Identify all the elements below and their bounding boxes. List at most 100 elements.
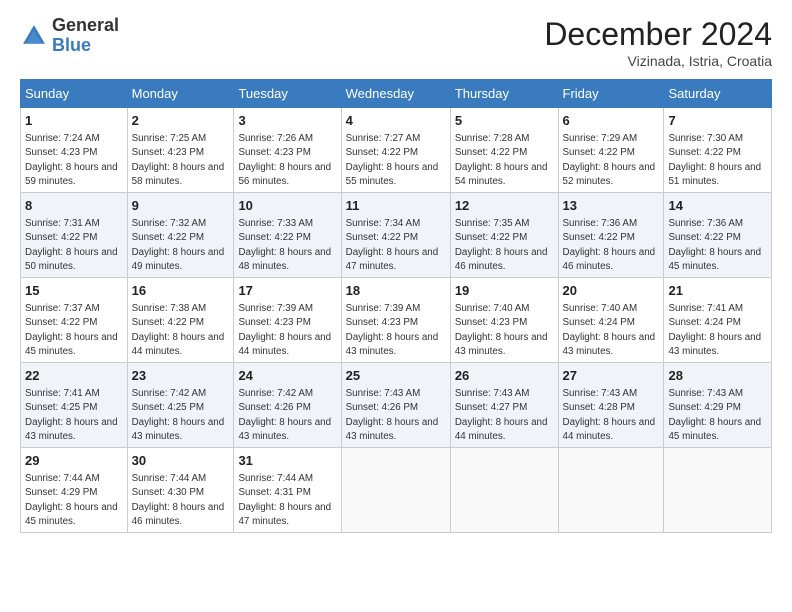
table-row: 16 Sunrise: 7:38 AMSunset: 4:22 PMDaylig…	[127, 278, 234, 363]
day-info: Sunrise: 7:43 AMSunset: 4:28 PMDaylight:…	[563, 388, 656, 442]
title-block: December 2024 Vizinada, Istria, Croatia	[544, 16, 772, 69]
day-number: 12	[455, 197, 554, 215]
table-row: 26 Sunrise: 7:43 AMSunset: 4:27 PMDaylig…	[450, 363, 558, 448]
table-row: 28 Sunrise: 7:43 AMSunset: 4:29 PMDaylig…	[664, 363, 772, 448]
table-row	[558, 448, 664, 533]
day-number: 14	[668, 197, 767, 215]
day-info: Sunrise: 7:43 AMSunset: 4:26 PMDaylight:…	[346, 388, 439, 442]
table-row: 2 Sunrise: 7:25 AMSunset: 4:23 PMDayligh…	[127, 108, 234, 193]
day-info: Sunrise: 7:43 AMSunset: 4:29 PMDaylight:…	[668, 388, 761, 442]
header: General Blue December 2024 Vizinada, Ist…	[20, 16, 772, 69]
day-info: Sunrise: 7:35 AMSunset: 4:22 PMDaylight:…	[455, 218, 548, 272]
logo-icon	[20, 22, 48, 50]
day-info: Sunrise: 7:36 AMSunset: 4:22 PMDaylight:…	[563, 218, 656, 272]
month-title: December 2024	[544, 16, 772, 53]
calendar-table: Sunday Monday Tuesday Wednesday Thursday…	[20, 79, 772, 533]
day-number: 26	[455, 367, 554, 385]
logo: General Blue	[20, 16, 119, 56]
calendar-header-row: Sunday Monday Tuesday Wednesday Thursday…	[21, 80, 772, 108]
day-info: Sunrise: 7:37 AMSunset: 4:22 PMDaylight:…	[25, 303, 118, 357]
day-number: 16	[132, 282, 230, 300]
table-row: 17 Sunrise: 7:39 AMSunset: 4:23 PMDaylig…	[234, 278, 341, 363]
day-info: Sunrise: 7:30 AMSunset: 4:22 PMDaylight:…	[668, 133, 761, 187]
col-tuesday: Tuesday	[234, 80, 341, 108]
day-info: Sunrise: 7:39 AMSunset: 4:23 PMDaylight:…	[346, 303, 439, 357]
day-number: 18	[346, 282, 446, 300]
logo-blue-text: Blue	[52, 36, 119, 56]
table-row: 29 Sunrise: 7:44 AMSunset: 4:29 PMDaylig…	[21, 448, 128, 533]
day-number: 11	[346, 197, 446, 215]
table-row: 31 Sunrise: 7:44 AMSunset: 4:31 PMDaylig…	[234, 448, 341, 533]
table-row: 23 Sunrise: 7:42 AMSunset: 4:25 PMDaylig…	[127, 363, 234, 448]
table-row: 5 Sunrise: 7:28 AMSunset: 4:22 PMDayligh…	[450, 108, 558, 193]
table-row: 1 Sunrise: 7:24 AMSunset: 4:23 PMDayligh…	[21, 108, 128, 193]
table-row	[664, 448, 772, 533]
day-number: 25	[346, 367, 446, 385]
table-row	[450, 448, 558, 533]
day-info: Sunrise: 7:41 AMSunset: 4:25 PMDaylight:…	[25, 388, 118, 442]
col-saturday: Saturday	[664, 80, 772, 108]
day-number: 5	[455, 112, 554, 130]
day-number: 9	[132, 197, 230, 215]
day-info: Sunrise: 7:26 AMSunset: 4:23 PMDaylight:…	[238, 133, 331, 187]
table-row: 6 Sunrise: 7:29 AMSunset: 4:22 PMDayligh…	[558, 108, 664, 193]
calendar-page: General Blue December 2024 Vizinada, Ist…	[0, 0, 792, 612]
day-info: Sunrise: 7:40 AMSunset: 4:23 PMDaylight:…	[455, 303, 548, 357]
day-info: Sunrise: 7:39 AMSunset: 4:23 PMDaylight:…	[238, 303, 331, 357]
day-number: 23	[132, 367, 230, 385]
day-info: Sunrise: 7:36 AMSunset: 4:22 PMDaylight:…	[668, 218, 761, 272]
day-info: Sunrise: 7:33 AMSunset: 4:22 PMDaylight:…	[238, 218, 331, 272]
day-info: Sunrise: 7:44 AMSunset: 4:29 PMDaylight:…	[25, 473, 118, 527]
day-number: 29	[25, 452, 123, 470]
table-row: 27 Sunrise: 7:43 AMSunset: 4:28 PMDaylig…	[558, 363, 664, 448]
table-row: 15 Sunrise: 7:37 AMSunset: 4:22 PMDaylig…	[21, 278, 128, 363]
day-number: 27	[563, 367, 660, 385]
day-number: 1	[25, 112, 123, 130]
col-sunday: Sunday	[21, 80, 128, 108]
day-info: Sunrise: 7:42 AMSunset: 4:26 PMDaylight:…	[238, 388, 331, 442]
table-row: 13 Sunrise: 7:36 AMSunset: 4:22 PMDaylig…	[558, 193, 664, 278]
table-row: 24 Sunrise: 7:42 AMSunset: 4:26 PMDaylig…	[234, 363, 341, 448]
calendar-week-row: 1 Sunrise: 7:24 AMSunset: 4:23 PMDayligh…	[21, 108, 772, 193]
day-number: 19	[455, 282, 554, 300]
day-number: 17	[238, 282, 336, 300]
table-row: 4 Sunrise: 7:27 AMSunset: 4:22 PMDayligh…	[341, 108, 450, 193]
calendar-week-row: 8 Sunrise: 7:31 AMSunset: 4:22 PMDayligh…	[21, 193, 772, 278]
location-subtitle: Vizinada, Istria, Croatia	[544, 53, 772, 69]
day-number: 8	[25, 197, 123, 215]
day-info: Sunrise: 7:32 AMSunset: 4:22 PMDaylight:…	[132, 218, 225, 272]
table-row: 30 Sunrise: 7:44 AMSunset: 4:30 PMDaylig…	[127, 448, 234, 533]
table-row	[341, 448, 450, 533]
table-row: 9 Sunrise: 7:32 AMSunset: 4:22 PMDayligh…	[127, 193, 234, 278]
day-info: Sunrise: 7:41 AMSunset: 4:24 PMDaylight:…	[668, 303, 761, 357]
day-number: 30	[132, 452, 230, 470]
calendar-week-row: 15 Sunrise: 7:37 AMSunset: 4:22 PMDaylig…	[21, 278, 772, 363]
table-row: 20 Sunrise: 7:40 AMSunset: 4:24 PMDaylig…	[558, 278, 664, 363]
day-number: 28	[668, 367, 767, 385]
day-number: 3	[238, 112, 336, 130]
table-row: 7 Sunrise: 7:30 AMSunset: 4:22 PMDayligh…	[664, 108, 772, 193]
day-number: 2	[132, 112, 230, 130]
table-row: 14 Sunrise: 7:36 AMSunset: 4:22 PMDaylig…	[664, 193, 772, 278]
day-number: 13	[563, 197, 660, 215]
day-info: Sunrise: 7:40 AMSunset: 4:24 PMDaylight:…	[563, 303, 656, 357]
table-row: 25 Sunrise: 7:43 AMSunset: 4:26 PMDaylig…	[341, 363, 450, 448]
col-thursday: Thursday	[450, 80, 558, 108]
day-number: 24	[238, 367, 336, 385]
day-info: Sunrise: 7:34 AMSunset: 4:22 PMDaylight:…	[346, 218, 439, 272]
day-info: Sunrise: 7:31 AMSunset: 4:22 PMDaylight:…	[25, 218, 118, 272]
table-row: 18 Sunrise: 7:39 AMSunset: 4:23 PMDaylig…	[341, 278, 450, 363]
logo-general-text: General	[52, 16, 119, 36]
day-number: 15	[25, 282, 123, 300]
day-info: Sunrise: 7:38 AMSunset: 4:22 PMDaylight:…	[132, 303, 225, 357]
table-row: 12 Sunrise: 7:35 AMSunset: 4:22 PMDaylig…	[450, 193, 558, 278]
day-info: Sunrise: 7:44 AMSunset: 4:30 PMDaylight:…	[132, 473, 225, 527]
day-number: 4	[346, 112, 446, 130]
day-number: 31	[238, 452, 336, 470]
day-info: Sunrise: 7:28 AMSunset: 4:22 PMDaylight:…	[455, 133, 548, 187]
day-number: 21	[668, 282, 767, 300]
table-row: 8 Sunrise: 7:31 AMSunset: 4:22 PMDayligh…	[21, 193, 128, 278]
col-wednesday: Wednesday	[341, 80, 450, 108]
calendar-week-row: 22 Sunrise: 7:41 AMSunset: 4:25 PMDaylig…	[21, 363, 772, 448]
day-info: Sunrise: 7:25 AMSunset: 4:23 PMDaylight:…	[132, 133, 225, 187]
